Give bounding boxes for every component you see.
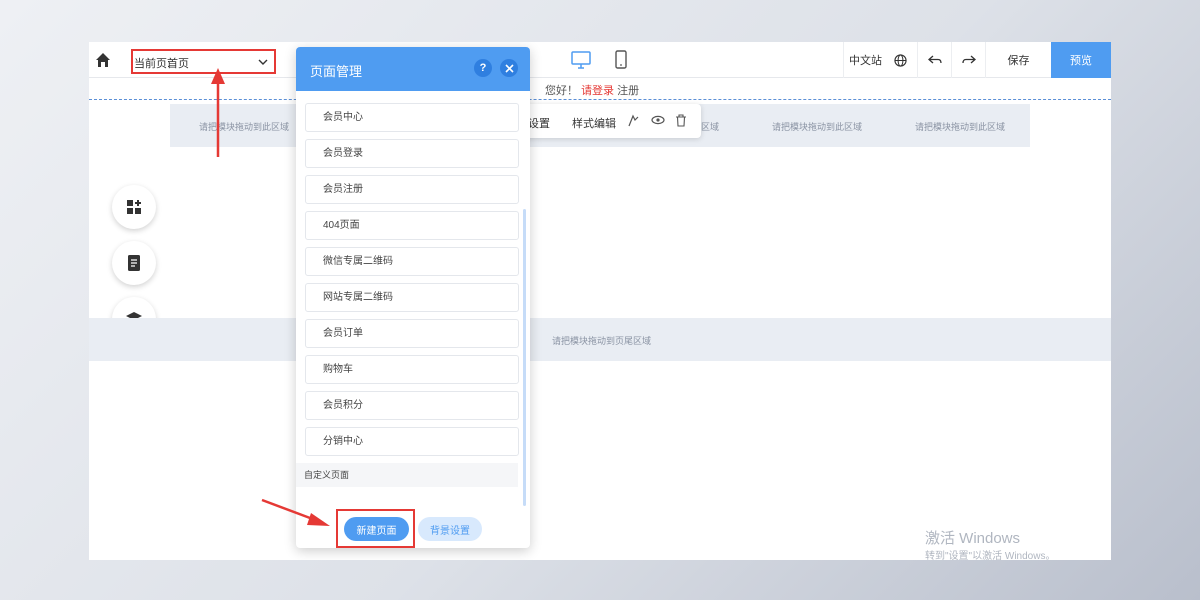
arrow-right-icon	[261, 498, 330, 526]
arrow-up-icon	[211, 68, 225, 157]
annotation-arrows	[211, 68, 330, 526]
